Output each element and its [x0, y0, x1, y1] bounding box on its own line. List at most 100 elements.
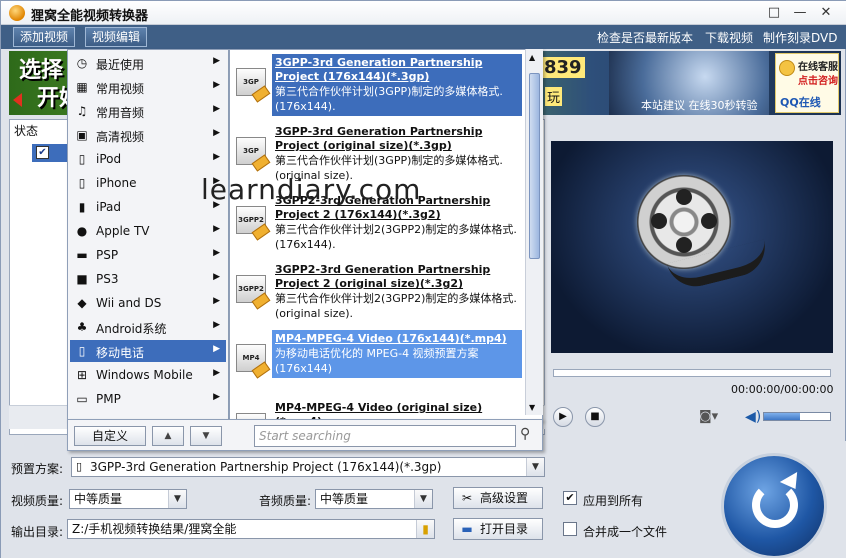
category-item[interactable]: ▦ 常用视频 ▶ [70, 76, 226, 98]
toolbar: 添加视频 视频编辑 检查是否最新版本 下载视频 制作刻录DVD [1, 25, 846, 49]
chevron-down-icon[interactable]: ▼ [168, 490, 186, 508]
burn-dvd-link[interactable]: 制作刻录DVD [763, 29, 837, 46]
category-item-label: Apple TV [96, 224, 150, 238]
custom-button[interactable]: 自定义 [74, 426, 146, 446]
menu-footer: 自定义 ▲ ▼ Start searching ⚲ [67, 419, 543, 451]
advanced-settings-label: 高级设置 [480, 491, 529, 505]
page-down-button[interactable]: ▼ [190, 426, 222, 446]
close-button[interactable]: ✕ [817, 4, 835, 22]
chevron-right-icon: ▶ [213, 272, 220, 282]
chevron-right-icon: ▶ [213, 368, 220, 378]
category-item[interactable]: ◆ Wii and DS ▶ [70, 292, 226, 314]
category-item[interactable]: ♫ 常用音频 ▶ [70, 100, 226, 122]
category-item[interactable]: ▭ PMP ▶ [70, 388, 226, 410]
open-directory-button[interactable]: ▬ 打开目录 [453, 518, 543, 540]
download-video-link[interactable]: 下载视频 [705, 29, 753, 46]
video-quality-select[interactable]: 中等质量 ▼ [69, 489, 187, 509]
check-update-link[interactable]: 检查是否最新版本 [597, 29, 693, 46]
format-description: 第三代合作伙伴计划2(3GPP2)制定的多媒体格式.(original size… [275, 292, 517, 320]
apply-all-label: 应用到所有 [583, 494, 644, 508]
category-item-label: iPhone [96, 176, 137, 190]
app-window: 狸窝全能视频转换器 □ — ✕ 添加视频 视频编辑 检查是否最新版本 下载视频 … [0, 0, 846, 558]
open-directory-label: 打开目录 [480, 522, 529, 536]
online-service-box[interactable]: 在线客服 点击咨询 QQ在线 [775, 53, 839, 113]
edit-video-button[interactable]: 视频编辑 [85, 27, 148, 47]
chevron-down-icon[interactable]: ▼ [414, 490, 432, 508]
volume-icon[interactable]: ◀) [745, 409, 761, 425]
category-item-label: Android系统 [96, 322, 167, 336]
banner-prev-arrow-icon[interactable] [13, 93, 22, 107]
merge-checkbox[interactable] [563, 522, 577, 536]
category-item[interactable]: ⊞ Windows Mobile ▶ [70, 364, 226, 386]
preset-select[interactable]: ▯ 3GPP-3rd Generation Partnership Projec… [71, 457, 545, 477]
category-item[interactable]: ● Apple TV ▶ [70, 220, 226, 242]
pmp-icon: ▭ [76, 392, 88, 406]
format-file-icon: 3GPP2 [236, 206, 266, 234]
chevron-right-icon: ▶ [213, 392, 220, 402]
video-preview [551, 141, 833, 353]
chevron-right-icon: ▶ [213, 248, 220, 258]
search-icon[interactable]: ⚲ [520, 426, 530, 442]
status-column-header: 状态 [14, 124, 39, 138]
audio-quality-select[interactable]: 中等质量 ▼ [315, 489, 433, 509]
qq-online-link[interactable]: QQ在线 [780, 94, 821, 110]
audio-quality-label: 音频质量: [259, 494, 312, 508]
clock-icon: ◷ [76, 56, 88, 70]
format-search-input[interactable]: Start searching [254, 425, 516, 447]
chevron-down-icon[interactable]: ▼ [526, 458, 544, 476]
play-button[interactable]: ▶ [553, 407, 573, 427]
format-item-text: MP4-MPEG-4 Video (original size)(*.mp4)为… [272, 399, 522, 420]
category-item[interactable]: ▬ PSP ▶ [70, 244, 226, 266]
category-item[interactable]: ♣ Android系统 ▶ [70, 316, 226, 338]
format-item[interactable]: MP4 MP4-MPEG-4 Video (176x144)(*.mp4) 为移动电… [230, 326, 526, 394]
file-checkbox[interactable]: ✔ [36, 146, 49, 159]
psp-icon: ▬ [76, 248, 88, 262]
format-description: 第三代合作伙伴计划(3GPP)制定的多媒体格式.(176x144). [275, 85, 503, 113]
format-item[interactable]: 3GPP2 3GPP2-3rd Generation Partnership Pr… [230, 257, 526, 325]
format-item[interactable]: 3GP 3GPP-3rd Generation Partnership Proje… [230, 50, 526, 118]
stop-button[interactable]: ■ [585, 407, 605, 427]
scroll-up-icon[interactable]: ▲ [529, 53, 535, 62]
format-scrollbar[interactable]: ▲ ▼ [525, 49, 543, 415]
format-title: MP4-MPEG-4 Video (original size)(*.mp4) [275, 401, 483, 420]
restore-button[interactable]: □ [765, 4, 783, 22]
service-consult-link[interactable]: 点击咨询 [798, 72, 838, 87]
format-menu: 3GP 3GPP-3rd Generation Partnership Proje… [229, 49, 543, 421]
audio-icon: ♫ [76, 104, 88, 118]
category-item[interactable]: ▣ 高清视频 ▶ [70, 124, 226, 146]
apply-all-checkbox[interactable]: ✔ [563, 491, 577, 505]
volume-slider[interactable] [763, 412, 831, 421]
snapshot-icon[interactable]: ◙▾ [699, 409, 718, 424]
page-up-button[interactable]: ▲ [152, 426, 184, 446]
format-title: 3GPP-3rd Generation Partnership Project … [275, 56, 483, 83]
category-item[interactable]: ▯ iPod ▶ [70, 148, 226, 170]
scroll-thumb[interactable] [529, 73, 540, 259]
output-dir-field[interactable]: Z:/手机视频转换结果/狸窝全能 ▮ [67, 519, 435, 539]
category-item[interactable]: ◷ 最近使用 ▶ [70, 52, 226, 74]
category-item[interactable]: ▯ 移动电话 ▶ [70, 340, 226, 362]
minimize-button[interactable]: — [791, 4, 809, 22]
banner-note: 本站建议 在线30秒转验 [641, 99, 758, 112]
banner-number: 839 [541, 57, 585, 78]
playback-time: 00:00:00/00:00:00 [731, 383, 834, 396]
chevron-right-icon: ▶ [213, 80, 220, 90]
category-item-label: iPad [96, 200, 122, 214]
format-item[interactable]: MP4MP4-MPEG-4 Video (original size)(*.mp… [230, 395, 526, 420]
playback-progress-bar[interactable] [553, 369, 831, 377]
category-item-label: PS3 [96, 272, 119, 286]
category-item-label: 常用音频 [96, 106, 145, 120]
folder-open-icon: ▬ [461, 522, 473, 536]
add-video-button[interactable]: 添加视频 [13, 27, 76, 47]
video-quality-value: 中等质量 [74, 492, 123, 506]
advanced-settings-button[interactable]: ✂ 高级设置 [453, 487, 543, 509]
title-bar: 狸窝全能视频转换器 □ — ✕ [1, 1, 846, 25]
phone-small-icon: ▯ [76, 460, 83, 473]
service-avatar-icon [779, 60, 795, 76]
chevron-right-icon: ▶ [213, 296, 220, 306]
folder-icon[interactable]: ▮ [416, 520, 434, 538]
format-file-icon: 3GP [236, 137, 266, 165]
scroll-down-icon[interactable]: ▼ [529, 403, 535, 412]
category-item[interactable]: ■ PS3 ▶ [70, 268, 226, 290]
banner-play-text: 玩 [545, 87, 563, 106]
convert-button[interactable] [721, 453, 827, 558]
